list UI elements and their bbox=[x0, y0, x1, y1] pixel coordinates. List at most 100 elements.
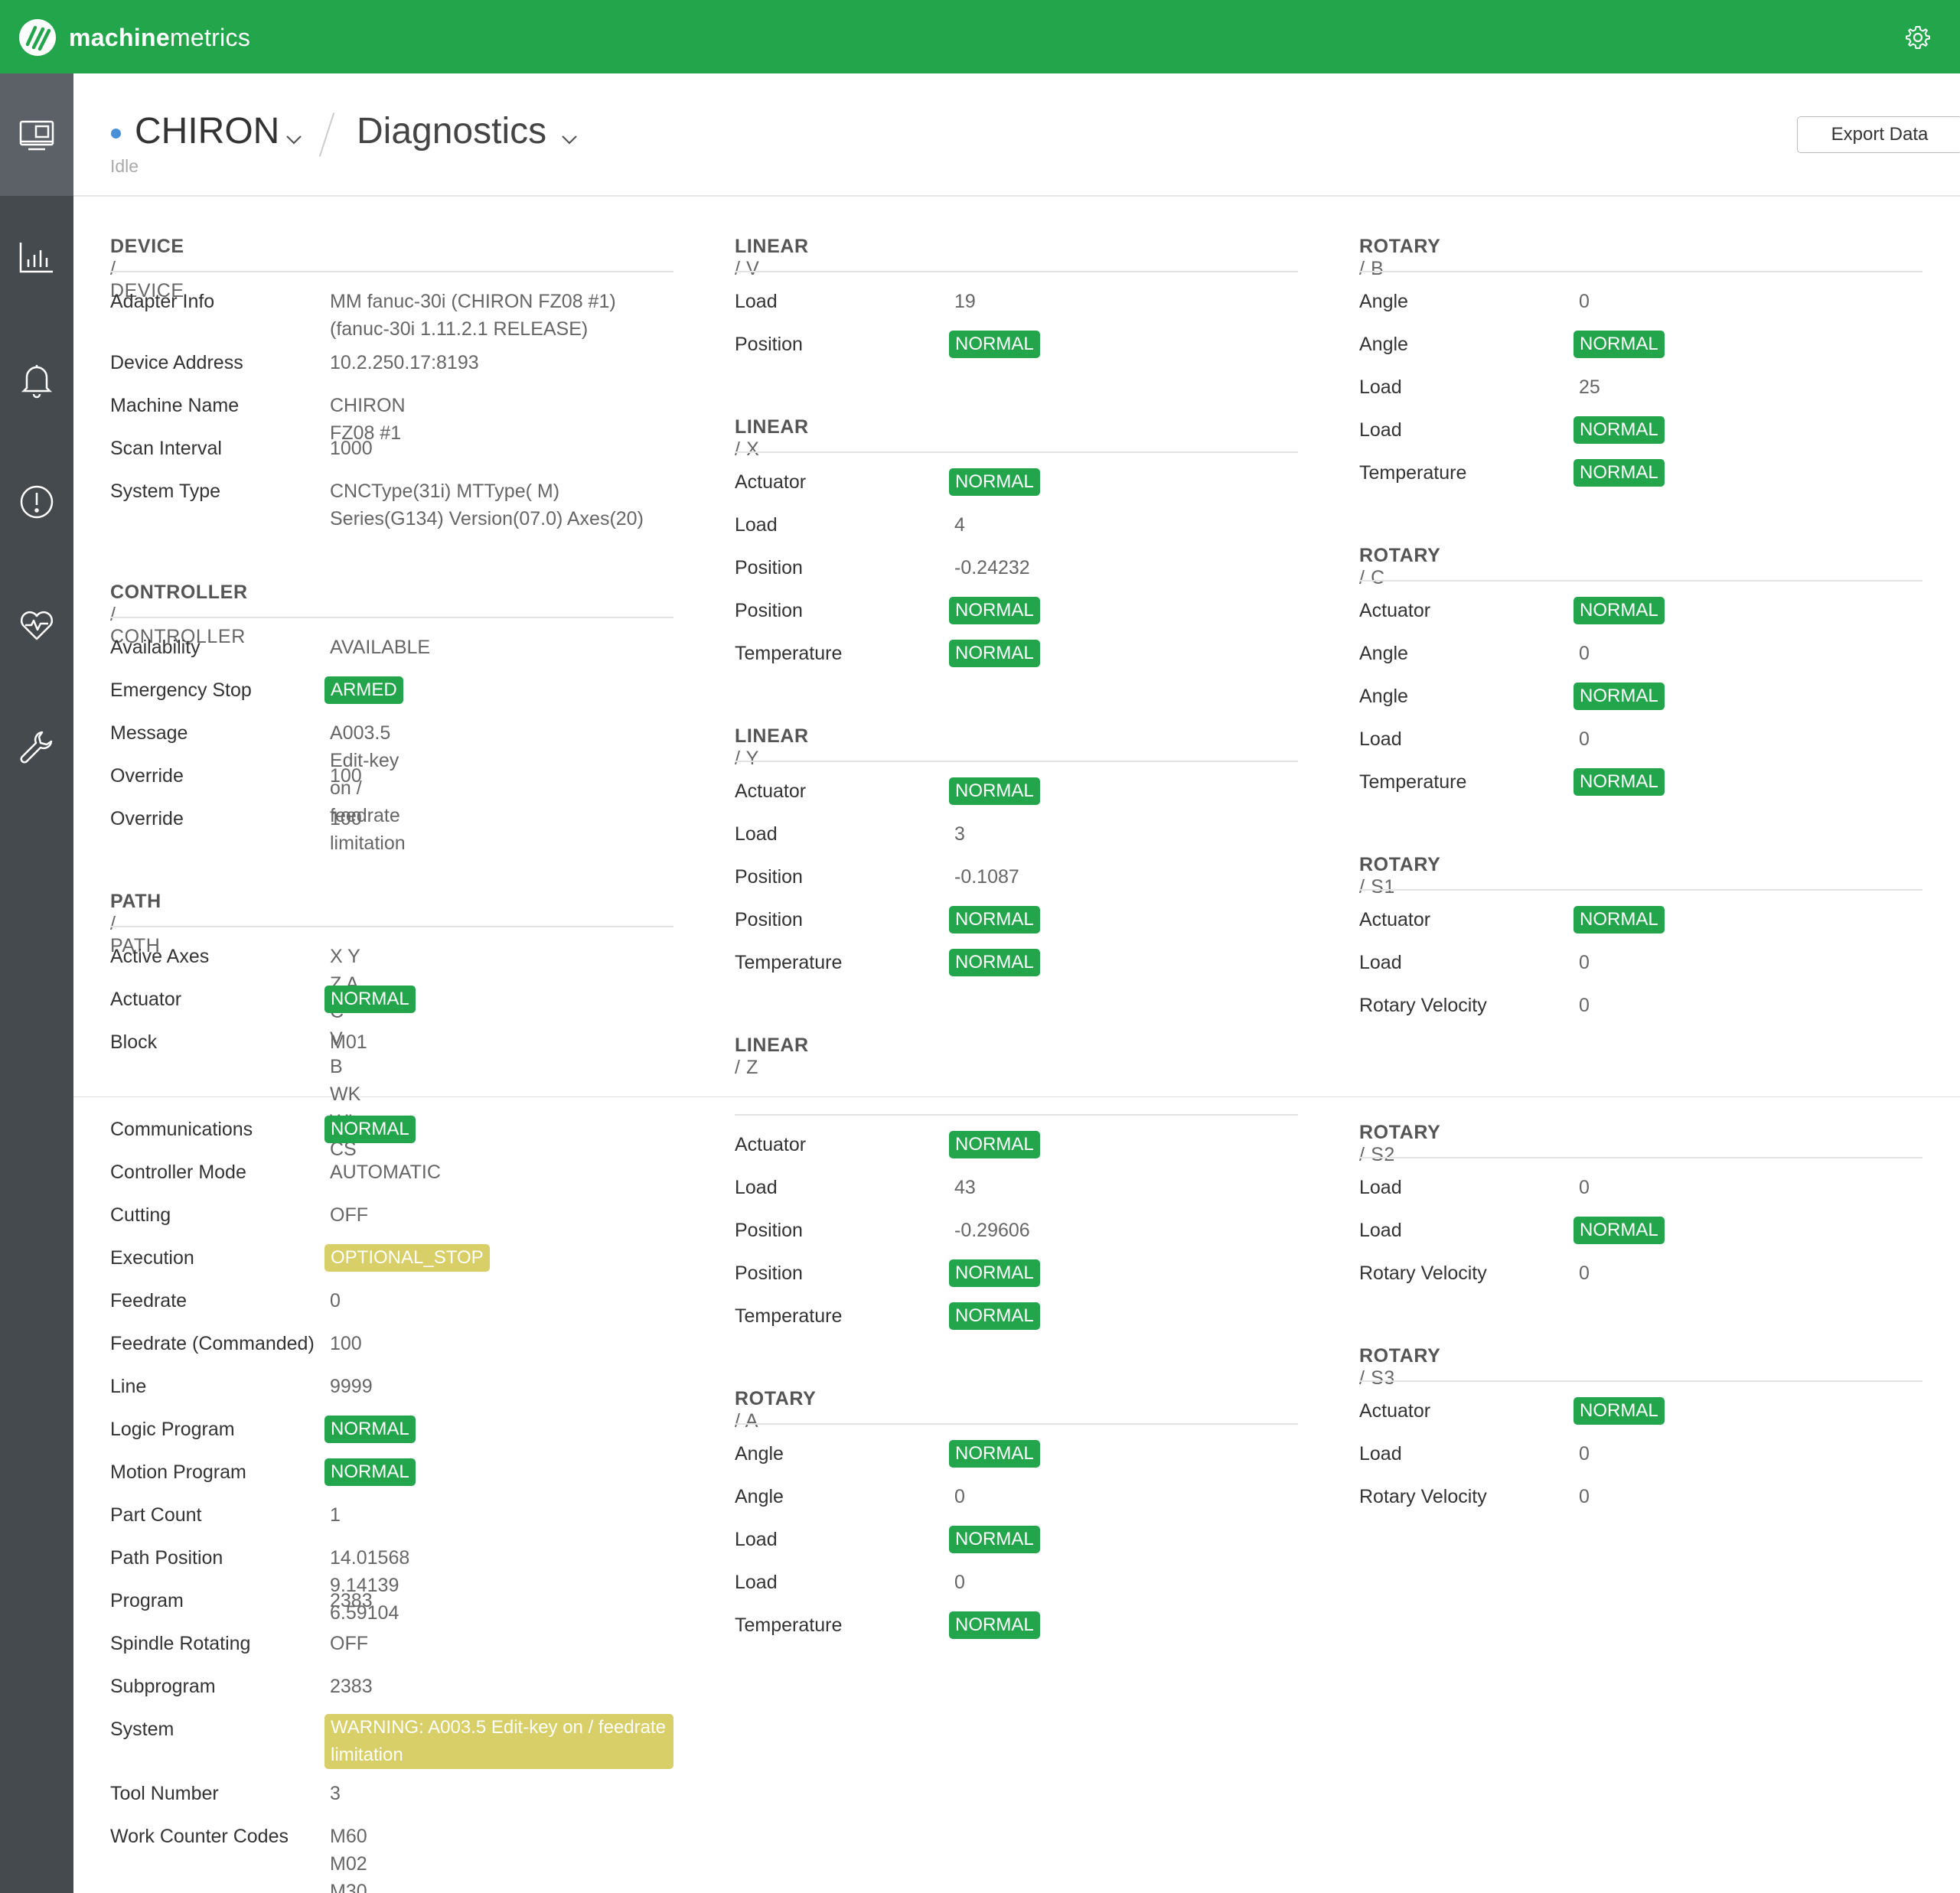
row-label: Load bbox=[735, 291, 778, 312]
status-badge-warning: OPTIONAL_STOP bbox=[324, 1244, 490, 1272]
row-value: 0 bbox=[954, 1572, 965, 1593]
brand-name: machinemetrics bbox=[69, 23, 251, 51]
sidebar-item-monitor[interactable] bbox=[0, 73, 73, 196]
row-label: System bbox=[110, 1719, 174, 1740]
status-dot bbox=[111, 129, 121, 138]
row-label: Work Counter Codes bbox=[110, 1826, 289, 1847]
row-value: 0 bbox=[1579, 1177, 1590, 1198]
wrench-icon bbox=[20, 731, 53, 764]
section-divider bbox=[735, 451, 1298, 453]
status-badge: NORMAL bbox=[949, 1259, 1040, 1287]
row-value: 0 bbox=[1579, 643, 1590, 664]
status-badge: NORMAL bbox=[1574, 1217, 1665, 1244]
row-value: -0.24232 bbox=[954, 557, 1030, 578]
chevron-down-icon[interactable] bbox=[561, 135, 578, 145]
device-selector[interactable]: CHIRON bbox=[135, 110, 279, 152]
row-label: Load bbox=[735, 823, 778, 845]
section-divider bbox=[110, 271, 673, 272]
app-logo[interactable]: machinemetrics bbox=[18, 18, 250, 57]
row-value: -0.1087 bbox=[954, 866, 1019, 888]
row-label: Load bbox=[1359, 1443, 1402, 1465]
section-divider bbox=[1359, 1157, 1922, 1158]
device-status: Idle bbox=[110, 156, 139, 176]
sidebar bbox=[0, 73, 73, 1893]
row-label: Rotary Velocity bbox=[1359, 1263, 1487, 1284]
row-label: Machine Name bbox=[110, 395, 240, 416]
status-badge: NORMAL bbox=[949, 640, 1040, 667]
row-value: -0.29606 bbox=[954, 1220, 1030, 1241]
sidebar-item-tools[interactable] bbox=[0, 686, 73, 808]
row-label: Rotary Velocity bbox=[1359, 995, 1487, 1016]
section-divider bbox=[1359, 889, 1922, 891]
row-value: 0 bbox=[1579, 1263, 1590, 1284]
row-label: Adapter Info bbox=[110, 291, 215, 312]
row-label: Load bbox=[1359, 1177, 1402, 1198]
row-label: Device Address bbox=[110, 352, 243, 373]
bar-chart-icon bbox=[19, 243, 53, 273]
status-badge: NORMAL bbox=[949, 468, 1040, 496]
row-label: Subprogram bbox=[110, 1676, 216, 1697]
status-badge: NORMAL bbox=[1574, 331, 1665, 358]
page-selector[interactable]: Diagnostics bbox=[357, 110, 546, 152]
sidebar-item-alerts[interactable] bbox=[0, 318, 73, 441]
status-badge: NORMAL bbox=[1574, 597, 1665, 624]
row-value: 100 bbox=[330, 808, 362, 829]
section-divider bbox=[735, 761, 1298, 762]
row-value: 43 bbox=[954, 1177, 976, 1198]
gear-icon[interactable] bbox=[1905, 24, 1931, 51]
row-label: Position bbox=[735, 334, 803, 355]
row-value: 4 bbox=[954, 514, 965, 536]
status-badge: NORMAL bbox=[1574, 459, 1665, 487]
row-value: 0 bbox=[1579, 728, 1590, 750]
row-value: AVAILABLE bbox=[330, 637, 431, 658]
section-title: ROTARY / B bbox=[1359, 236, 1441, 279]
row-value: 3 bbox=[954, 823, 965, 845]
row-value: OFF bbox=[330, 1633, 368, 1654]
row-label: Path Position bbox=[110, 1547, 223, 1569]
row-value: 9999 bbox=[330, 1376, 373, 1397]
row-value: 3 bbox=[330, 1783, 341, 1804]
row-label: Angle bbox=[735, 1486, 784, 1507]
row-label: Temperature bbox=[735, 643, 843, 664]
row-value: 0 bbox=[954, 1486, 965, 1507]
sidebar-item-reports[interactable] bbox=[0, 196, 73, 318]
row-label: Actuator bbox=[735, 1134, 807, 1155]
status-badge: NORMAL bbox=[1574, 683, 1665, 710]
row-label: Active Axes bbox=[110, 946, 210, 967]
heart-pulse-icon bbox=[20, 611, 54, 640]
row-value: 0 bbox=[1579, 995, 1590, 1016]
row-label: Program bbox=[110, 1590, 184, 1611]
status-badge: NORMAL bbox=[324, 1458, 416, 1486]
monitor-icon bbox=[19, 120, 54, 151]
status-badge: NORMAL bbox=[1574, 1397, 1665, 1425]
chevron-down-icon[interactable] bbox=[285, 135, 302, 145]
row-label: Feedrate bbox=[110, 1290, 188, 1311]
status-badge: NORMAL bbox=[1574, 416, 1665, 444]
row-label: Angle bbox=[1359, 334, 1408, 355]
row-label: Message bbox=[110, 722, 188, 744]
row-label: Line bbox=[110, 1376, 147, 1397]
row-value: 10.2.250.17:8193 bbox=[330, 352, 479, 373]
row-label: Angle bbox=[1359, 291, 1408, 312]
row-label: Position bbox=[735, 557, 803, 578]
row-value: AUTOMATIC bbox=[330, 1162, 441, 1183]
section-title: LINEAR / X bbox=[735, 416, 809, 460]
row-label: Position bbox=[735, 909, 803, 930]
row-label: Position bbox=[735, 1263, 803, 1284]
row-label: Temperature bbox=[735, 1614, 843, 1636]
alert-circle-icon bbox=[20, 485, 54, 519]
row-value: 100 bbox=[330, 765, 362, 787]
export-data-button[interactable]: Export Data bbox=[1797, 116, 1960, 153]
sidebar-item-issues[interactable] bbox=[0, 441, 73, 563]
row-label: System Type bbox=[110, 481, 221, 502]
row-value: 0 bbox=[1579, 1486, 1590, 1507]
row-label: Position bbox=[735, 600, 803, 621]
row-label: Rotary Velocity bbox=[1359, 1486, 1487, 1507]
status-badge: NORMAL bbox=[949, 1526, 1040, 1553]
section-title: ROTARY / S3 bbox=[1359, 1345, 1441, 1389]
sidebar-item-health[interactable] bbox=[0, 563, 73, 686]
status-badge: NORMAL bbox=[949, 1131, 1040, 1158]
row-label: Actuator bbox=[735, 471, 807, 493]
section-divider bbox=[110, 926, 673, 927]
row-value: 100 bbox=[330, 1333, 362, 1354]
